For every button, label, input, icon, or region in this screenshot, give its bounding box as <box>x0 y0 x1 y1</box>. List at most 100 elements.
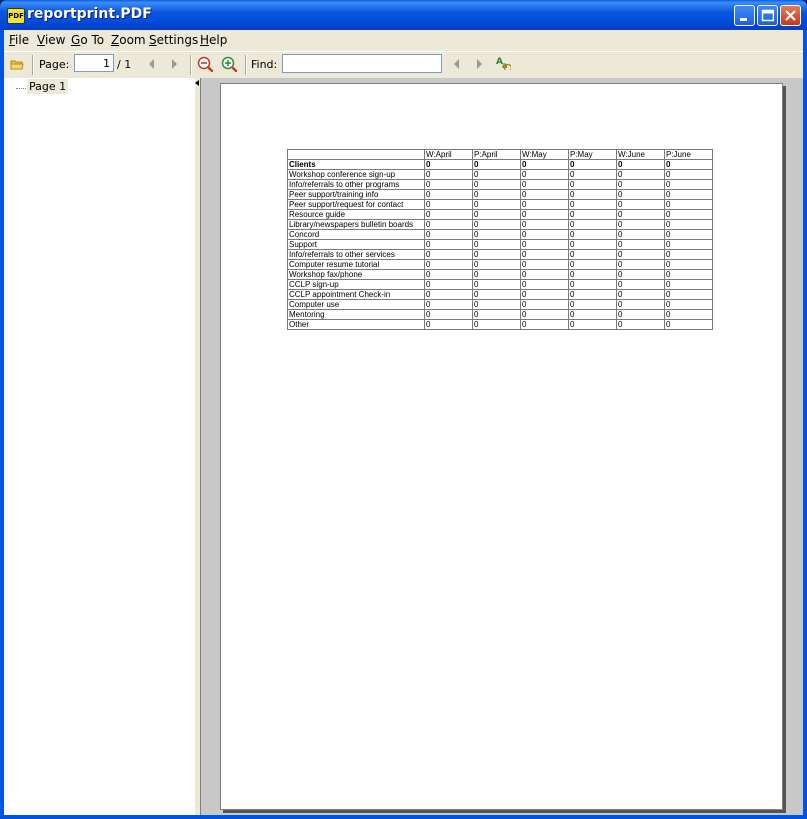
pdf-app-icon: PDF <box>7 8 25 24</box>
table-cell: 0 <box>616 279 665 290</box>
app-window: PDF reportprint.PDF File View Go To Zoom… <box>0 0 807 819</box>
next-page-icon[interactable] <box>166 56 182 72</box>
table-cell: 0 <box>664 309 713 320</box>
table-cell: 0 <box>472 159 521 170</box>
table-cell: 0 <box>520 219 569 230</box>
page-number-input[interactable]: 1 <box>74 54 114 72</box>
window-title: reportprint.PDF <box>27 6 152 22</box>
open-folder-icon[interactable] <box>10 58 26 74</box>
table-cell: 0 <box>568 209 617 220</box>
document-viewport[interactable]: W:April P:April W:May P:May W:June P:June Clie… <box>200 78 803 815</box>
table-cell: 0 <box>472 209 521 220</box>
close-button[interactable] <box>780 5 801 26</box>
table-cell: 0 <box>472 279 521 290</box>
table-cell: 0 <box>472 259 521 270</box>
table-cell: 0 <box>424 319 473 330</box>
table-row: Support 0 0 0 0 0 0 <box>287 239 713 250</box>
table-cell: 0 <box>472 229 521 240</box>
zoom-in-icon[interactable] <box>221 56 237 72</box>
row-label: Other <box>287 319 425 330</box>
table-cell: 0 <box>472 289 521 300</box>
table-cell: 0 <box>520 169 569 180</box>
table-cell: 0 <box>616 219 665 230</box>
table-cell: 0 <box>568 319 617 330</box>
column-header: P:April <box>472 149 521 160</box>
table-cell: 0 <box>424 169 473 180</box>
page-total: / 1 <box>117 58 132 71</box>
menu-view[interactable]: View <box>37 33 65 47</box>
table-cell: 0 <box>424 309 473 320</box>
zoom-out-icon[interactable] <box>197 56 213 72</box>
table-cell: 0 <box>616 239 665 250</box>
menu-help[interactable]: Help <box>200 33 227 47</box>
title-bar[interactable]: PDF reportprint.PDF <box>0 0 807 30</box>
table-cell: 0 <box>616 299 665 310</box>
table-row: Concord 0 0 0 0 0 0 <box>287 229 713 240</box>
find-label: Find: <box>251 58 278 71</box>
table-cell: 0 <box>424 199 473 210</box>
table-cell: 0 <box>616 319 665 330</box>
close-icon <box>785 10 796 21</box>
table-cell: 0 <box>472 309 521 320</box>
row-label: Computer use <box>287 299 425 310</box>
collapse-arrow-icon[interactable] <box>195 80 199 86</box>
menu-settings[interactable]: Settings <box>149 33 198 47</box>
row-label: CCLP appointment Check-in <box>287 289 425 300</box>
table-cell: 0 <box>664 299 713 310</box>
row-label: Peer support/request for contact <box>287 199 425 210</box>
column-header: W:May <box>520 149 569 160</box>
table-cell: 0 <box>472 249 521 260</box>
minimize-button[interactable] <box>734 5 755 26</box>
table-cell: 0 <box>664 229 713 240</box>
table-cell: 0 <box>616 249 665 260</box>
table-row: Library/newspapers bulletin boards 0 0 0 0 0 0 <box>287 219 713 230</box>
menu-zoom[interactable]: Zoom <box>111 33 146 47</box>
table-cell: 0 <box>568 299 617 310</box>
menu-goto[interactable]: Go To <box>71 33 104 47</box>
table-cell: 0 <box>616 179 665 190</box>
table-cell: 0 <box>520 199 569 210</box>
table-cell: 0 <box>472 199 521 210</box>
table-cell: 0 <box>616 199 665 210</box>
match-case-icon[interactable]: A a <box>495 54 511 70</box>
row-label: Support <box>287 239 425 250</box>
menu-file[interactable]: File <box>9 33 29 47</box>
page-tree-pane: Page 1 <box>4 78 195 815</box>
table-cell: 0 <box>616 229 665 240</box>
page-label: Page: <box>39 58 70 71</box>
column-header: W:April <box>424 149 473 160</box>
menu-bar: File View Go To Zoom Settings Help <box>4 30 803 50</box>
table-row: CCLP appointment Check-in 0 0 0 0 0 0 <box>287 289 713 300</box>
table-cell: 0 <box>424 239 473 250</box>
row-label: Workshop fax/phone <box>287 269 425 280</box>
table-cell: 0 <box>568 229 617 240</box>
maximize-button[interactable] <box>757 5 778 26</box>
table-cell: 0 <box>520 229 569 240</box>
table-cell: 0 <box>424 279 473 290</box>
table-row: Peer support/training info 0 0 0 0 0 0 <box>287 189 713 200</box>
column-header: P:May <box>568 149 617 160</box>
find-next-icon[interactable] <box>471 56 487 72</box>
column-header <box>287 149 425 160</box>
table-cell: 0 <box>472 189 521 200</box>
find-previous-icon[interactable] <box>449 56 465 72</box>
table-cell: 0 <box>520 209 569 220</box>
table-cell: 0 <box>664 209 713 220</box>
table-cell: 0 <box>616 159 665 170</box>
table-cell: 0 <box>568 179 617 190</box>
table-cell: 0 <box>472 169 521 180</box>
table-cell: 0 <box>424 209 473 220</box>
table-cell: 0 <box>472 299 521 310</box>
table-cell: 0 <box>520 239 569 250</box>
table-cell: 0 <box>472 179 521 190</box>
tree-item-page-1[interactable]: Page 1 <box>4 79 195 95</box>
table-cell: 0 <box>568 259 617 270</box>
previous-page-icon[interactable] <box>144 56 160 72</box>
row-label: Mentoring <box>287 309 425 320</box>
table-cell: 0 <box>472 269 521 280</box>
table-cell: 0 <box>520 269 569 280</box>
table-cell: 0 <box>616 289 665 300</box>
find-input[interactable] <box>282 54 442 73</box>
table-cell: 0 <box>424 269 473 280</box>
table-row: Mentoring 0 0 0 0 0 0 <box>287 309 713 320</box>
